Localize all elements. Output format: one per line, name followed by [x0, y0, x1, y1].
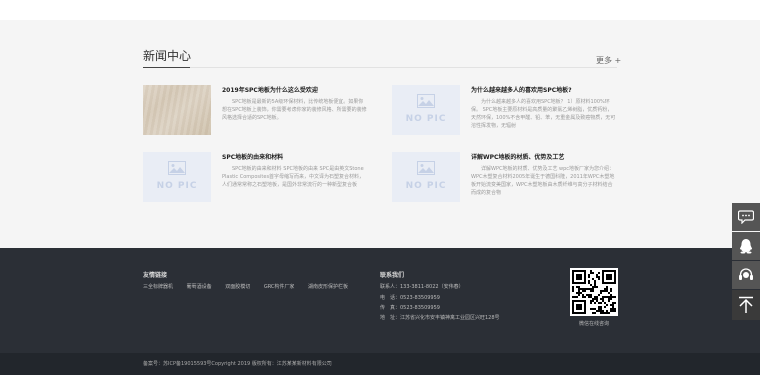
news-thumbnail-placeholder[interactable]: NO PIC — [392, 152, 460, 202]
service-icon — [739, 268, 753, 280]
contact-heading: 联系我们 — [380, 272, 405, 279]
floating-toolbar — [732, 203, 760, 321]
copyright-text: 备案号：苏ICP备19015593号Copyright 2019 版权所有：江苏… — [143, 361, 332, 367]
back-to-top-icon — [739, 296, 753, 313]
no-pic-label: NO PIC — [156, 181, 198, 191]
news-section — [0, 20, 760, 248]
chat-button[interactable] — [732, 203, 760, 231]
back-to-top-button[interactable] — [732, 290, 760, 320]
news-card-excerpt: SPC地板的由来和材料 SPC地板的由来 SPC是由英文Stone Plasti… — [222, 166, 365, 188]
top-strip — [0, 0, 760, 20]
news-card-excerpt: SPC地板是最新的5A级环保材料，比传统地板便宜。如果你想在SPC地板上装饰，你… — [222, 99, 367, 121]
news-card-excerpt: 为什么越来越多人的喜欢用SPC地板？ 1）原材料100%环保。 SPC地板主要原… — [471, 99, 616, 129]
more-link[interactable]: 更多 + — [596, 55, 621, 66]
contact-person: 联系人：133-3811-8022（安伟春） — [380, 284, 464, 290]
friend-links-heading: 友情链接 — [143, 272, 168, 279]
copyright-bar — [0, 353, 760, 375]
friend-link[interactable]: 双面胶模切 — [225, 284, 250, 290]
news-card-title[interactable]: SPC地板的由来和材料 — [222, 152, 283, 161]
news-card[interactable]: NO PIC 详解WPC地板的材质、优势及工艺 详解WPC地板的材质、优势及工艺… — [392, 152, 622, 222]
contact-phone: 电 话：0523-83509959 — [380, 295, 440, 301]
customer-service-button[interactable] — [732, 261, 760, 289]
friend-link[interactable]: 葡萄酒设备 — [187, 284, 212, 290]
image-placeholder-icon — [168, 161, 186, 175]
contact-address: 地 址：江苏省兴化市安丰镇神禽工业园区兴旺128号 — [380, 315, 500, 321]
news-thumbnail-placeholder[interactable]: NO PIC — [143, 152, 211, 202]
image-placeholder-icon — [417, 94, 435, 108]
news-card-title[interactable]: 为什么越来越多人的喜欢用SPC地板? — [471, 85, 572, 94]
qr-code-icon — [572, 270, 616, 314]
news-card[interactable]: 2019年SPC地板为什么这么受欢迎 SPC地板是最新的5A级环保材料，比传统地… — [143, 85, 373, 155]
news-thumbnail[interactable] — [143, 85, 211, 135]
qr-label: 微信在线咨询 — [578, 321, 609, 327]
news-section-title: 新闻中心 — [143, 49, 192, 63]
news-card[interactable]: NO PIC SPC地板的由来和材料 SPC地板的由来和材料 SPC地板的由来 … — [143, 152, 373, 222]
contact-fax: 传 真：0523-83509959 — [380, 305, 440, 311]
news-card-excerpt: 详解WPC地板的材质、优势及工艺 wpc地板厂家为您介绍： WPC木塑复合材料2… — [471, 166, 615, 196]
friend-link[interactable]: GRC构件厂家 — [264, 284, 295, 290]
wechat-qr-code — [570, 268, 618, 316]
news-card-title[interactable]: 详解WPC地板的材质、优势及工艺 — [471, 152, 564, 161]
news-card[interactable]: NO PIC 为什么越来越多人的喜欢用SPC地板? 为什么越来越多人的喜欢用SP… — [392, 85, 622, 155]
news-card-title[interactable]: 2019年SPC地板为什么这么受欢迎 — [222, 85, 318, 94]
no-pic-label: NO PIC — [405, 181, 447, 191]
friend-link[interactable]: 湖南皮形保护栏板 — [308, 284, 348, 290]
no-pic-label: NO PIC — [405, 114, 447, 124]
news-thumbnail-placeholder[interactable]: NO PIC — [392, 85, 460, 135]
title-divider — [143, 67, 617, 68]
qq-button[interactable] — [732, 232, 760, 260]
title-underline — [143, 67, 190, 68]
friend-links: 三全标牌器机 葡萄酒设备 双面胶模切 GRC构件厂家 湖南皮形保护栏板 — [143, 283, 360, 290]
image-placeholder-icon — [417, 161, 435, 175]
friend-link[interactable]: 三全标牌器机 — [143, 284, 173, 290]
qq-icon — [739, 239, 753, 254]
chat-icon — [738, 210, 754, 224]
